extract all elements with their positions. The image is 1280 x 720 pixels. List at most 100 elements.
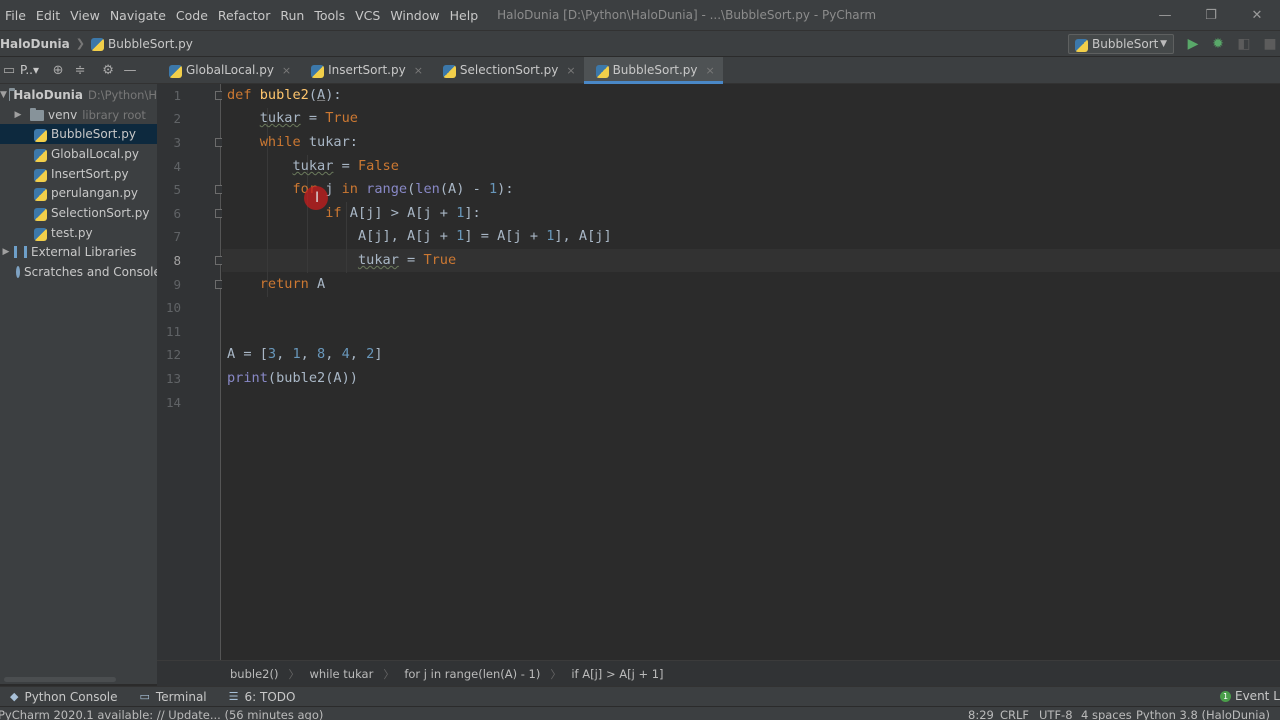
collapse-arrow-icon[interactable]: ▶: [12, 110, 24, 120]
menu-run[interactable]: Run: [275, 8, 309, 23]
python-file-icon: [34, 148, 47, 162]
minimize-button[interactable]: —: [1142, 0, 1188, 30]
caret-position[interactable]: 8:29: [968, 708, 994, 720]
menu-code[interactable]: Code: [171, 8, 213, 23]
window-title: HaloDunia [D:\Python\HaloDunia] - ...\Bu…: [497, 8, 877, 22]
line-number: 12: [165, 347, 181, 362]
python-file-icon: [34, 128, 47, 142]
file-encoding[interactable]: UTF-8: [1039, 708, 1073, 720]
menu-window[interactable]: Window: [385, 8, 444, 23]
python-file-icon: [1075, 38, 1088, 52]
tree-item-label: External Libraries: [31, 245, 137, 259]
tab-selectionsort[interactable]: SelectionSort.py ×: [431, 57, 584, 83]
run-icon[interactable]: ▶: [1185, 36, 1201, 52]
tree-horizontal-scrollbar[interactable]: [4, 677, 116, 682]
editor-breadcrumbs: buble2() 〉 while tukar 〉 for j in range(…: [157, 660, 1280, 686]
breadcrumb-item[interactable]: for j in range(len(A) - 1): [404, 667, 540, 681]
python-interpreter[interactable]: Python 3.8 (HaloDunia): [1136, 708, 1270, 720]
line-number: 9: [173, 277, 181, 292]
collapse-arrow-icon[interactable]: ▶: [0, 247, 12, 257]
tree-item-label: perulangan.py: [51, 186, 138, 200]
tree-item-file[interactable]: BubbleSort.py: [0, 124, 157, 144]
code-line-9: return A: [259, 276, 326, 292]
coverage-icon[interactable]: ◧: [1236, 36, 1252, 52]
stop-icon[interactable]: ■: [1262, 36, 1278, 52]
tree-item-file[interactable]: GlobalLocal.py: [0, 144, 157, 164]
python-file-icon: [442, 64, 456, 78]
expand-arrow-icon[interactable]: ▼: [0, 90, 7, 100]
menu-help[interactable]: Help: [445, 8, 484, 23]
menu-refactor[interactable]: Refactor: [213, 8, 275, 23]
project-icon: ▭: [2, 62, 16, 78]
menu-vcs[interactable]: VCS: [350, 8, 385, 23]
python-console-icon: ◆: [10, 690, 19, 703]
locate-icon[interactable]: ⊕: [47, 63, 69, 78]
line-number: 8: [173, 253, 181, 268]
restore-button[interactable]: ❐: [1188, 0, 1234, 30]
tool-window-label: Terminal: [155, 689, 207, 704]
debug-icon[interactable]: ✹: [1210, 36, 1226, 52]
breadcrumb-item[interactable]: if A[j] > A[j + 1]: [571, 667, 663, 681]
status-message[interactable]: PyCharm 2020.1 available: // Update... (…: [0, 708, 323, 720]
tab-label: SelectionSort.py: [459, 63, 559, 77]
tree-item-external-libraries[interactable]: ▶ External Libraries: [0, 242, 157, 262]
terminal-button[interactable]: ▭ Terminal: [140, 690, 207, 704]
menu-navigate[interactable]: Navigate: [105, 8, 171, 23]
breadcrumb-item[interactable]: while tukar: [309, 667, 373, 681]
line-number: 1: [173, 88, 181, 103]
event-log-button[interactable]: 1 Event Log: [1220, 689, 1280, 703]
code-editor[interactable]: def buble2(A): tukar = True while tukar:…: [222, 84, 1280, 660]
indent-setting[interactable]: 4 spaces: [1081, 708, 1132, 720]
close-window-button[interactable]: ✕: [1234, 0, 1280, 30]
code-line-4: tukar = False: [292, 158, 399, 174]
line-number: 3: [173, 135, 181, 150]
tab-bubblesort[interactable]: BubbleSort.py ×: [583, 57, 723, 84]
menu-tools[interactable]: Tools: [309, 8, 350, 23]
gear-icon[interactable]: ⚙: [97, 63, 119, 78]
editor-gutter: 1 2 3 4 5 6 7 8 9 10 11 12 13 14: [157, 84, 224, 660]
line-separator[interactable]: CRLF: [1000, 708, 1029, 720]
tree-item-scratches[interactable]: Scratches and Consoles: [0, 262, 157, 282]
tree-root[interactable]: ▼ HaloDunia D:\Python\H: [0, 85, 157, 105]
project-toolbar: ▭ P..▾ ⊕ ≑ ⚙ —: [0, 57, 157, 84]
menu-file[interactable]: File: [0, 8, 31, 23]
python-file-icon: [34, 168, 47, 182]
chevron-right-icon: 〉: [383, 667, 395, 681]
menu-view[interactable]: View: [65, 8, 105, 23]
tree-item-file[interactable]: perulangan.py: [0, 183, 157, 203]
close-tab-icon[interactable]: ×: [414, 64, 423, 77]
title-bar: File Edit View Navigate Code Refactor Ru…: [0, 0, 1280, 30]
close-tab-icon[interactable]: ×: [282, 64, 291, 77]
breadcrumb-item[interactable]: buble2(): [230, 667, 278, 681]
tree-item-file[interactable]: InsertSort.py: [0, 164, 157, 184]
tree-item-file[interactable]: test.py: [0, 223, 157, 243]
tree-item-note: library root: [82, 108, 146, 122]
python-console-button[interactable]: ◆ Python Console: [10, 690, 118, 704]
tab-insertsort[interactable]: InsertSort.py ×: [299, 57, 431, 83]
code-line-6: if A[j] > A[j + 1]:: [325, 205, 481, 221]
line-number: 13: [165, 371, 181, 386]
nav-project[interactable]: HaloDunia: [0, 37, 70, 51]
menu-edit[interactable]: Edit: [31, 8, 65, 23]
close-tab-icon[interactable]: ×: [566, 64, 575, 77]
todo-button[interactable]: ☰ 6: TODO: [229, 690, 296, 704]
tab-globallocal[interactable]: GlobalLocal.py ×: [157, 57, 299, 83]
tree-item-venv[interactable]: ▶ venv library root: [0, 105, 157, 125]
todo-icon: ☰: [228, 690, 239, 703]
navigation-bar: HaloDunia ❯ BubbleSort.py BubbleSort ▼ ▶…: [0, 30, 1280, 57]
editor-tabs: GlobalLocal.py × InsertSort.py × Selecti…: [157, 57, 1280, 84]
code-line-12: A = [3, 1, 8, 4, 2]: [227, 346, 383, 362]
line-number: 11: [165, 324, 181, 339]
tree-item-file[interactable]: SelectionSort.py: [0, 203, 157, 223]
nav-file[interactable]: BubbleSort.py: [90, 37, 193, 51]
project-view-select[interactable]: P..▾: [20, 63, 39, 77]
line-number: 4: [173, 159, 181, 174]
close-tab-icon[interactable]: ×: [706, 64, 715, 77]
hide-icon[interactable]: —: [119, 63, 141, 78]
run-configuration-select[interactable]: BubbleSort ▼: [1068, 34, 1174, 54]
collapse-all-icon[interactable]: ≑: [69, 63, 91, 78]
chevron-right-icon: ❯: [75, 37, 85, 50]
tree-root-path: D:\Python\H: [88, 88, 157, 102]
project-tree: ▼ HaloDunia D:\Python\H ▶ venv library r…: [0, 84, 157, 684]
tree-item-label: GlobalLocal.py: [51, 147, 139, 161]
